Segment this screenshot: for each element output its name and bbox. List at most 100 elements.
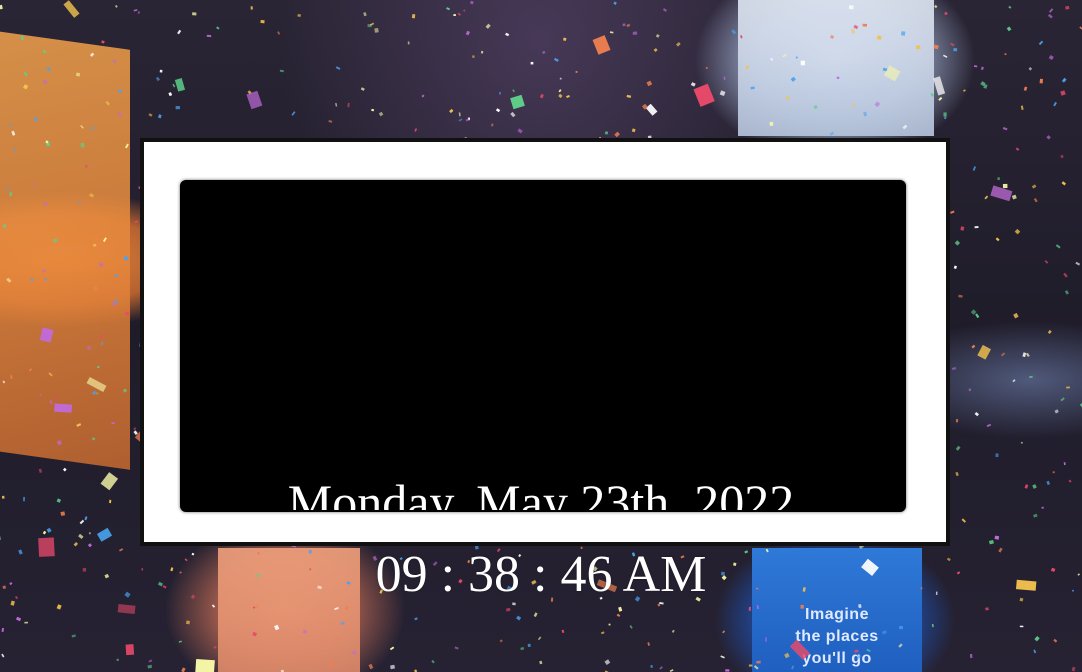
confetti-piece [1012,379,1016,383]
confetti-piece [93,243,97,247]
confetti-piece [720,655,725,659]
confetti-piece [1038,40,1044,46]
confetti-piece [876,35,882,41]
confetti-piece [96,392,99,395]
confetti-piece [972,166,976,171]
confetti-piece [328,120,333,123]
confetti-piece [334,637,339,642]
confetti-piece [671,629,675,633]
confetti-piece [554,57,559,62]
confetti-piece [28,368,32,372]
confetti-piece [854,649,859,653]
confetti-piece [102,237,107,243]
confetti-piece [558,93,563,99]
confetti-piece [1034,636,1040,642]
confetti-piece [955,445,961,451]
confetti-piece [853,24,859,30]
confetti-piece [795,56,798,59]
confetti-piece [950,42,955,47]
confetti-piece [1,653,5,658]
confetti-piece [791,665,795,670]
confetti-piece [659,666,663,670]
confetti-piece [539,93,544,99]
confetti-piece [505,32,510,37]
confetti-piece [98,262,104,268]
confetti-piece [944,116,947,120]
time-display: 09 : 38 : 46 AM [375,546,707,603]
confetti-piece [1000,352,1006,357]
confetti-piece [753,665,759,670]
confetti-piece [985,607,989,611]
confetti-piece [748,664,753,667]
confetti-piece [631,128,636,133]
confetti-piece [84,164,89,168]
confetti-piece [1033,649,1037,654]
confetti-piece [902,124,908,130]
confetti-piece [722,630,726,634]
confetti-piece [748,606,751,611]
confetti-piece [915,45,921,50]
confetti-piece [91,390,97,396]
confetti-piece [1063,272,1068,278]
confetti-piece [955,419,959,423]
confetti-piece [883,65,901,82]
confetti-piece [185,620,191,625]
confetti-piece [829,131,835,136]
confetti-piece [645,103,658,116]
confetti-piece [2,224,7,229]
confetti-piece [608,623,611,626]
confetti-piece [70,246,75,252]
confetti-piece [784,652,790,659]
confetti-piece [505,607,511,612]
confetti-piece [1039,78,1043,84]
confetti-piece [647,642,650,646]
confetti-piece [725,669,730,672]
confetti-piece [539,660,543,665]
confetti-piece [561,629,565,634]
confetti-piece [530,61,534,65]
confetti-piece [953,265,957,270]
confetti-piece [195,659,215,672]
confetti-piece [969,653,973,659]
confetti-piece [449,108,454,114]
confetti-piece [830,35,835,39]
confetti-piece [1054,409,1059,414]
confetti-piece [46,527,52,533]
confetti-piece [1025,352,1030,358]
confetti-piece [277,31,281,35]
confetti-piece [836,76,840,80]
confetti-piece [252,631,258,637]
confetti-piece [480,50,484,54]
confetti-piece [174,78,186,92]
confetti-piece [1,627,5,633]
confetti-piece [980,66,984,71]
confetti-piece [178,640,182,643]
confetti-piece [1031,184,1037,189]
confetti-piece [994,535,1000,540]
confetti-piece [328,661,335,667]
confetti-piece [1013,312,1019,319]
confetti-piece [510,111,516,118]
confetti-piece [347,102,350,108]
confetti-piece [260,19,265,24]
confetti-piece [88,532,91,535]
confetti-piece [6,187,10,191]
confetti-piece [374,28,379,33]
confetti-piece [8,192,13,197]
confetti-piece [1071,666,1076,672]
confetti-piece [984,195,989,200]
confetti-piece [1046,135,1051,140]
confetti-piece [898,625,904,630]
confetti-piece [1002,183,1008,189]
confetti-piece [1006,26,1012,32]
confetti-piece [1028,67,1033,71]
confetti-piece [662,8,668,12]
confetti-piece [421,94,425,98]
confetti-piece [24,621,28,624]
confetti-piece [558,89,562,93]
display-screen [180,180,906,512]
confetti-piece [866,648,871,653]
confetti-piece [495,108,501,113]
confetti-piece [575,70,578,74]
confetti-piece [516,615,522,621]
